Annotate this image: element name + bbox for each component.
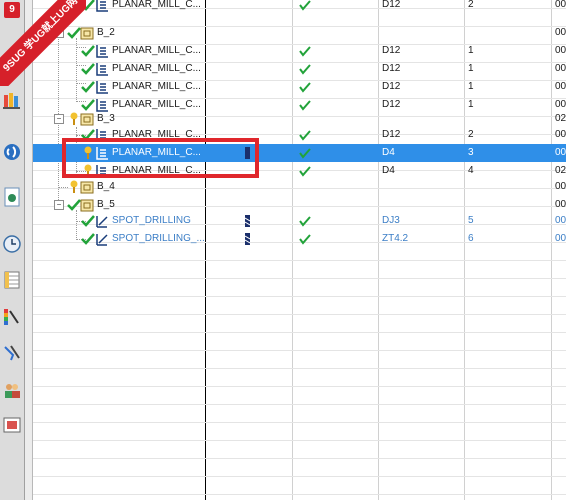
extra-cell: 00 [555, 81, 566, 92]
check-icon [299, 216, 311, 227]
tool-cell: D12 [382, 81, 401, 92]
extra-cell: 00 [555, 63, 566, 74]
spreadsheet-icon[interactable] [1, 268, 23, 292]
planar-mill-icon [96, 45, 108, 58]
library-icon[interactable] [1, 88, 23, 112]
group-name: B_4 [97, 181, 115, 192]
status-check [299, 230, 311, 248]
check-icon [299, 166, 311, 177]
tool-cell: D12 [382, 63, 401, 74]
signal-icon[interactable] [1, 140, 23, 164]
tool-cell: D12 [382, 45, 401, 56]
picture-icon[interactable] [1, 413, 23, 437]
operation-name: PLANAR_MILL_C... [112, 45, 201, 56]
table-row[interactable]: PLANAR_MILL_C... D12 1 00 [33, 42, 566, 60]
check-icon [299, 234, 311, 245]
check-icon [299, 0, 311, 11]
check-icon [299, 64, 311, 75]
extra-cell: 00 [555, 233, 566, 244]
extra-cell: 00 [555, 147, 566, 158]
table-row[interactable]: − B_2 00 [33, 24, 566, 42]
number-cell: 5 [468, 215, 474, 226]
program-group-icon [80, 181, 94, 194]
number-cell: 1 [468, 81, 474, 92]
users-icon[interactable] [1, 378, 23, 402]
number-cell: 2 [468, 129, 474, 140]
status-check [299, 42, 311, 60]
extra-cell: 00 [555, 27, 566, 38]
group-name: B_2 [97, 27, 115, 38]
status-check [299, 144, 311, 162]
check-icon [299, 148, 311, 159]
check-icon [299, 130, 311, 141]
table-row[interactable]: PLANAR_MILL_C... D12 1 00 [33, 78, 566, 96]
planar-mill-icon [96, 63, 108, 76]
tool-cell: D12 [382, 129, 401, 140]
status-check [299, 60, 311, 78]
table-row[interactable]: PLANAR_MILL_C... D12 1 00 [33, 60, 566, 78]
watermark-line2: 学UG就上UG网 [22, 0, 80, 53]
check-icon [299, 46, 311, 57]
clock-icon[interactable] [1, 232, 23, 256]
watermark-banner: 9SUG 学UG就上UG网 9 [0, 0, 86, 86]
extra-cell: 00 [555, 215, 566, 226]
color-palette-icon[interactable] [1, 305, 23, 329]
operation-name: PLANAR_MILL_C... [112, 81, 201, 92]
document-icon[interactable] [1, 185, 23, 209]
operation-name: SPOT_DRILLING [112, 215, 191, 226]
program-group-icon [80, 199, 94, 212]
tool-cell: D12 [382, 0, 401, 10]
tool-cell: D4 [382, 147, 395, 158]
watermark-line1: 9SUG [1, 46, 29, 74]
number-cell: 2 [468, 0, 474, 10]
drilling-icon [96, 234, 108, 246]
number-cell: 1 [468, 45, 474, 56]
tools-icon[interactable] [1, 341, 23, 365]
planar-mill-icon [96, 81, 108, 94]
watermark-logo: 9 [4, 2, 20, 18]
operation-name: PLANAR_MILL_C... [112, 63, 201, 74]
number-cell: 6 [468, 233, 474, 244]
table-row[interactable]: SPOT_DRILLING_... ZT4.2 6 00 [33, 230, 566, 248]
extra-cell: 00 [555, 129, 566, 140]
tool-icon [245, 233, 250, 245]
collapse-toggle[interactable]: − [54, 114, 64, 124]
number-cell: 1 [468, 63, 474, 74]
tool-cell: ZT4.2 [382, 233, 409, 244]
check-icon [299, 82, 311, 93]
annotation-highlight-box [62, 138, 259, 178]
tool-cell: DJ3 [382, 215, 400, 226]
drilling-icon [96, 216, 108, 228]
operation-name: PLANAR_MILL_C... [112, 0, 201, 10]
collapse-toggle[interactable]: − [54, 200, 64, 210]
number-cell: 3 [468, 147, 474, 158]
planar-mill-icon [96, 0, 108, 12]
table-row[interactable]: PLANAR_MILL_C... D12 2 00 [33, 0, 566, 14]
tool-icon [245, 215, 250, 227]
status-check [299, 78, 311, 96]
status-check [299, 126, 311, 144]
operation-name: SPOT_DRILLING_... [112, 233, 205, 244]
operation-navigator-tree: PLANAR_MILL_C... D12 2 00 − B_2 00 PLANA… [33, 0, 566, 500]
extra-cell: 00 [555, 45, 566, 56]
table-row[interactable]: SPOT_DRILLING DJ3 5 00 [33, 212, 566, 230]
program-group-icon [80, 113, 94, 126]
status-check [299, 212, 311, 230]
status-check [299, 0, 311, 14]
extra-cell: 00 [555, 0, 566, 10]
table-row[interactable]: B_4 00 [33, 178, 566, 196]
extra-cell: 00 [555, 181, 566, 192]
